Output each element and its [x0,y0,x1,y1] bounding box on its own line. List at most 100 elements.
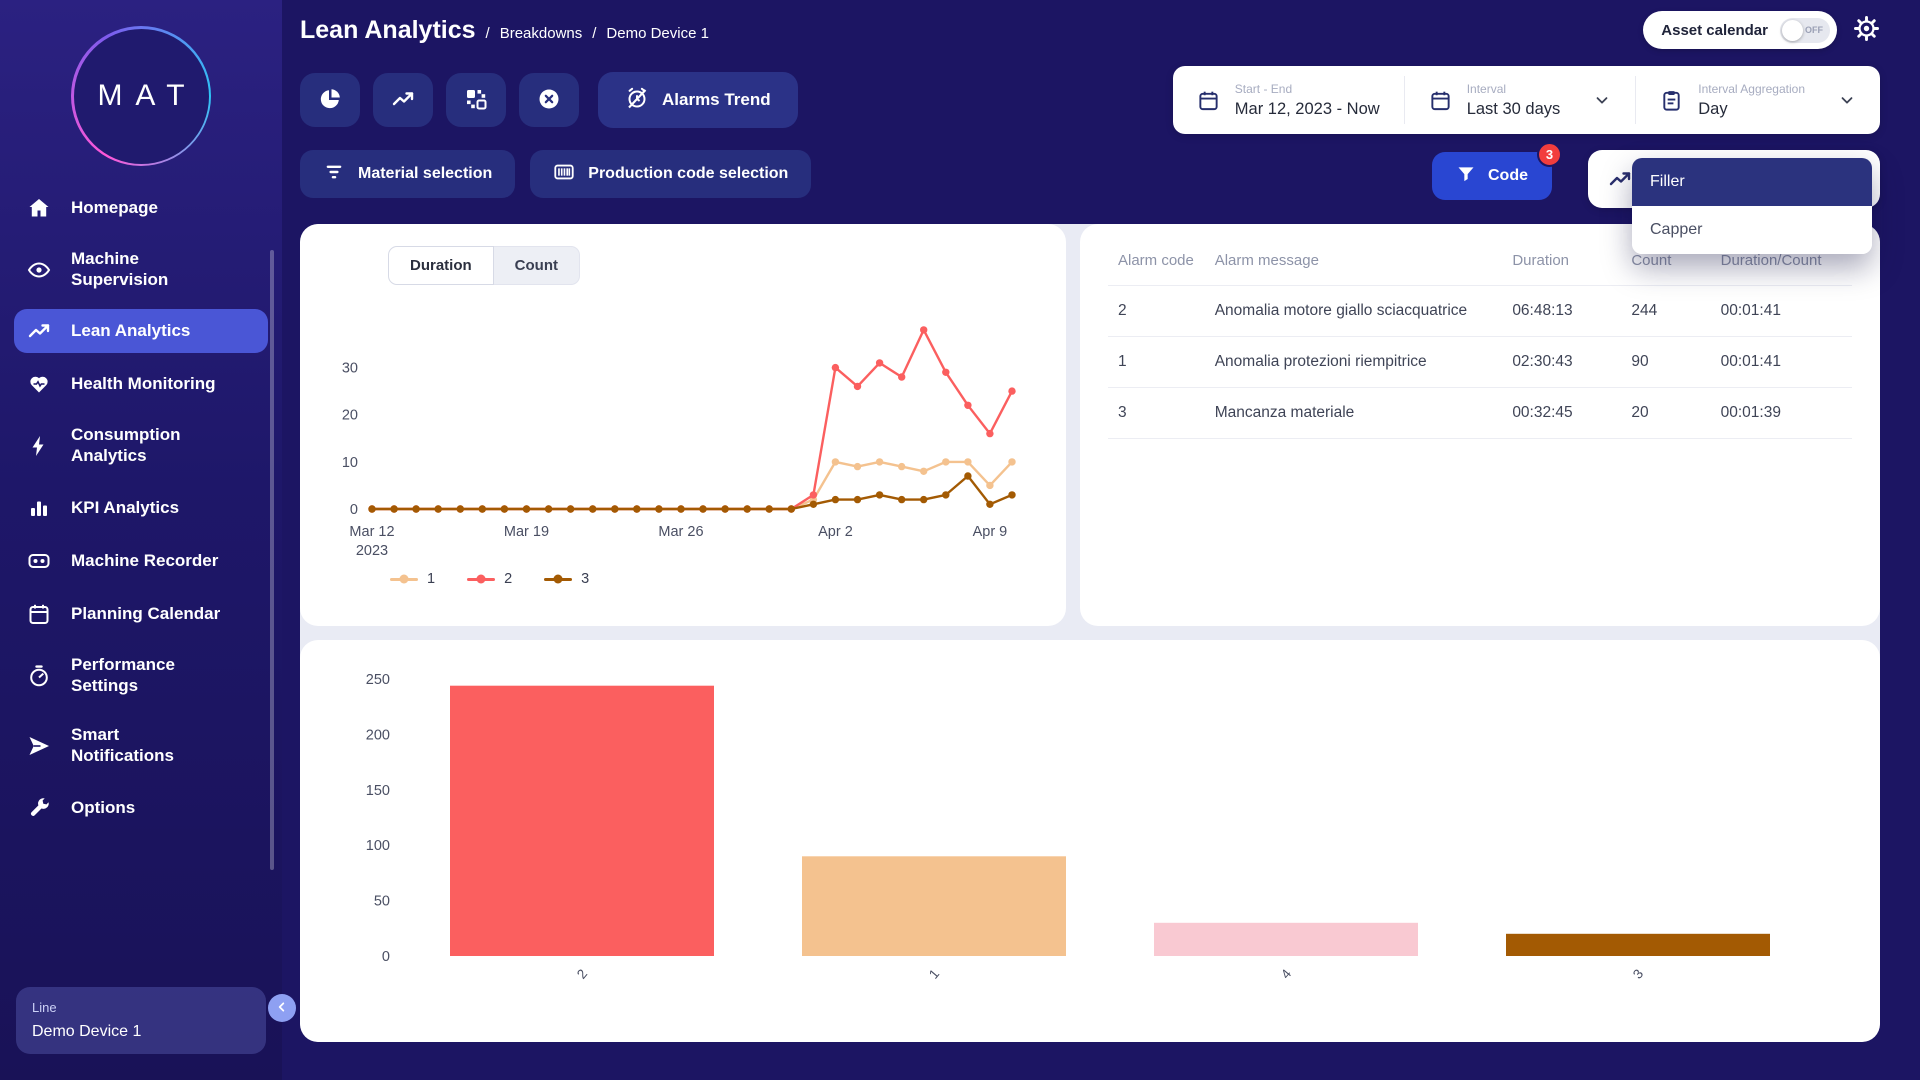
topbar: Lean Analytics /Breakdowns/Demo Device 1… [300,8,1880,52]
selection-buttons: Material selection Production code selec… [300,150,811,198]
tab-duration[interactable]: Duration [388,246,494,285]
line-selection-control[interactable]: FillerCapper [1588,150,1880,208]
table-row[interactable]: 1Anomalia protezioni riempitrice02:30:43… [1108,337,1852,388]
matrix-mode-button[interactable] [446,73,506,127]
breadcrumb-crumb[interactable]: Breakdowns [500,25,583,42]
pie-chart-mode-button[interactable] [300,73,360,127]
sidebar-item-machine-supervision[interactable]: Machine Supervision [14,239,268,300]
sidebar-item-label: Options [71,798,135,819]
topbar-right: Asset calendar OFF [1643,11,1880,49]
date-range-label: Start - End [1235,82,1380,96]
logo-text: MAT [84,79,197,113]
sidebar-item-performance-settings[interactable]: Performance Settings [14,645,268,706]
device-name: Demo Device 1 [32,1023,250,1041]
chart-mode-buttons: Alarms Trend [300,72,798,128]
x-circle-icon [537,87,561,114]
svg-text:Apr 9: Apr 9 [973,524,1008,540]
breakdowns-mode-button[interactable] [519,73,579,127]
date-range-picker[interactable]: Start - End Mar 12, 2023 - Now [1173,66,1404,134]
interval-select[interactable]: Interval Last 30 days [1405,66,1636,134]
interval-label: Interval [1467,82,1561,96]
column-header: Duration [1502,236,1621,286]
toggle-knob [1782,20,1803,41]
material-selection-button[interactable]: Material selection [300,150,515,198]
home-icon [27,196,54,220]
funnel-icon [1456,164,1476,189]
sidebar-item-label: Smart Notifications [71,725,223,766]
sidebar-item-options[interactable]: Options [14,786,268,830]
code-filter-button[interactable]: Code 3 [1432,152,1552,200]
sidebar-item-kpi-analytics[interactable]: KPI Analytics [14,486,268,530]
sidebar-item-planning-calendar[interactable]: Planning Calendar [14,592,268,636]
legend-label: 3 [581,571,589,587]
svg-text:1: 1 [926,966,942,981]
device-selector-card[interactable]: Line Demo Device 1 [16,987,266,1054]
alarms-trend-button[interactable]: Alarms Trend [598,72,798,128]
sidebar-item-label: Consumption Analytics [71,425,223,466]
sidebar-collapse-button[interactable] [268,994,296,1022]
alarm-table-body: 2Anomalia motore giallo sciacquatrice06:… [1108,286,1852,439]
alarm-count-bar-card: 0501001502002502143 [300,640,1880,1042]
brand-logo: MAT [14,26,268,166]
sidebar-item-health-monitoring[interactable]: Health Monitoring [14,362,268,406]
breadcrumb-separator: / [486,25,490,42]
main-content: Lean Analytics /Breakdowns/Demo Device 1… [282,0,1920,1080]
aggregation-select[interactable]: Interval Aggregation Day [1636,66,1880,134]
toggle-state-label: OFF [1805,25,1823,35]
legend-item[interactable]: 1 [390,571,435,587]
gauge-icon [27,664,54,688]
svg-text:0: 0 [382,949,390,965]
sidebar-item-label: Lean Analytics [71,321,190,342]
svg-text:Mar 26: Mar 26 [658,524,703,540]
alarm-table: Alarm codeAlarm messageDurationCountDura… [1108,236,1852,439]
sidebar-item-label: Homepage [71,198,158,219]
asset-calendar-pill: Asset calendar OFF [1643,11,1837,49]
svg-text:50: 50 [374,894,390,910]
calendar-icon [1429,89,1452,112]
logo-ring: MAT [71,26,211,166]
asset-calendar-label: Asset calendar [1661,22,1768,39]
date-range-value: Mar 12, 2023 - Now [1235,100,1380,119]
tab-count[interactable]: Count [494,246,580,285]
svg-text:20: 20 [342,408,358,424]
trend-icon [27,319,54,343]
trend-icon [391,87,415,114]
sidebar: MAT Homepage Machine Supervision Lean Anal… [0,0,282,1080]
dropdown-option-capper[interactable]: Capper [1632,206,1872,254]
sidebar-item-machine-recorder[interactable]: Machine Recorder [14,539,268,583]
settings-gear-button[interactable] [1853,15,1880,45]
breadcrumb-crumb[interactable]: Demo Device 1 [606,25,709,42]
sidebar-item-label: KPI Analytics [71,498,179,519]
svg-text:150: 150 [366,783,390,799]
table-row[interactable]: 3Mancanza materiale00:32:452000:01:39 [1108,388,1852,439]
grid-qr-icon [464,87,488,114]
svg-text:2: 2 [574,966,590,981]
sidebar-item-homepage[interactable]: Homepage [14,186,268,230]
column-header: Alarm code [1108,236,1205,286]
toolbar: Alarms Trend Start - End Mar 12, 2023 - … [300,66,1880,134]
production-code-selection-button[interactable]: Production code selection [530,150,811,198]
legend-item[interactable]: 3 [544,571,589,587]
trend-icon [1608,167,1632,191]
pie-chart-icon [318,87,342,114]
sidebar-item-consumption-analytics[interactable]: Consumption Analytics [14,415,268,476]
sidebar-scrollbar[interactable] [270,250,274,870]
filter-row: Material selection Production code selec… [300,150,1880,208]
chevron-left-icon [274,999,290,1018]
trend-chart-mode-button[interactable] [373,73,433,127]
legend-swatch [467,578,495,581]
calendar-icon [27,602,54,626]
top-cards-row: Duration Count 0102030Mar 122023Mar 19Ma… [300,224,1880,626]
svg-text:100: 100 [366,838,390,854]
sidebar-item-lean-analytics[interactable]: Lean Analytics [14,309,268,353]
dropdown-option-filler[interactable]: Filler [1632,158,1872,206]
svg-text:Mar 19: Mar 19 [504,524,549,540]
app-root: MAT Homepage Machine Supervision Lean Anal… [0,0,1920,1080]
table-row[interactable]: 2Anomalia motore giallo sciacquatrice06:… [1108,286,1852,337]
legend-swatch [390,578,418,581]
asset-calendar-toggle[interactable]: OFF [1780,18,1830,43]
sidebar-item-smart-notifications[interactable]: Smart Notifications [14,715,268,776]
column-header: Alarm message [1205,236,1503,286]
legend-item[interactable]: 2 [467,571,512,587]
legend-label: 2 [504,571,512,587]
